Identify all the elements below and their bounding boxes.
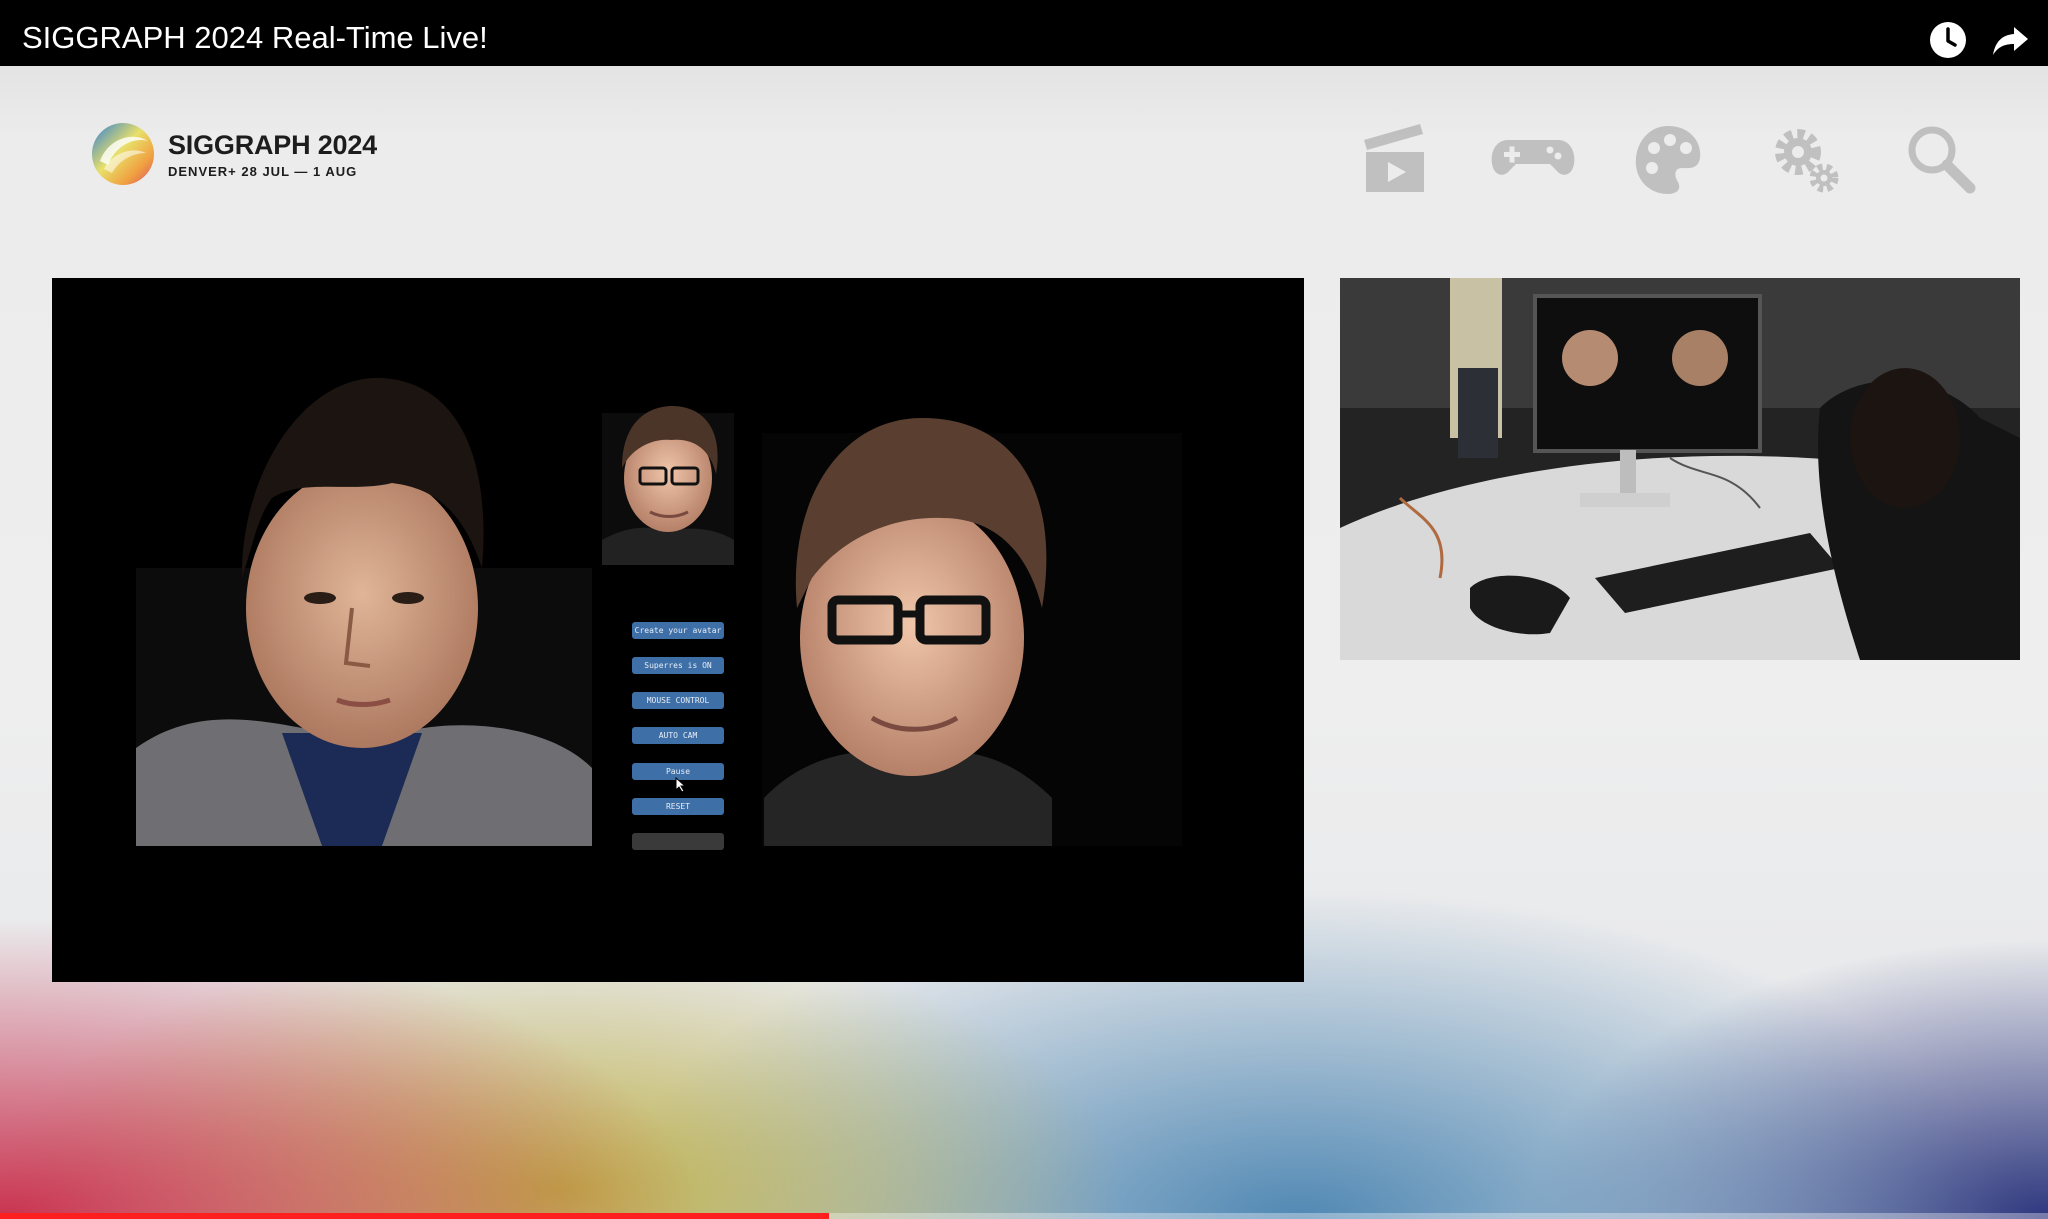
gears-icon[interactable] [1766,118,1846,198]
palette-icon[interactable] [1628,118,1708,198]
auto-cam-button[interactable]: AUTO CAM [632,727,724,744]
clapperboard-play-icon[interactable] [1356,118,1436,198]
create-avatar-button[interactable]: Create your avatar [632,622,724,639]
gamepad-icon[interactable] [1488,118,1575,198]
video-progress-bar[interactable] [0,1213,2048,1219]
siggraph-logo-mark-icon [92,123,154,185]
main-video-frame[interactable]: Create your avatar Superres is ON MOUSE … [52,278,1304,982]
mouse-control-button[interactable]: MOUSE CONTROL [632,692,724,709]
video-top-bar: SIGGRAPH 2024 Real-Time Live! [0,0,2048,66]
superres-toggle-button[interactable]: Superres is ON [632,657,724,674]
siggraph-logo: SIGGRAPH 2024 DENVER+ 28 JUL — 1 AUG [90,118,390,188]
clock-icon[interactable] [1928,20,1968,60]
empty-slot-button[interactable] [632,833,724,850]
stage-camera-video[interactable] [1340,278,2020,660]
magnifier-icon[interactable] [1900,118,1980,198]
logo-subtitle: DENVER+ 28 JUL — 1 AUG [168,164,358,179]
rendered-avatar [762,418,1182,846]
logo-title: SIGGRAPH 2024 [168,130,377,160]
video-player[interactable]: SIGGRAPH 2024 Real-Time Live! SIGGRAPH 2… [0,0,2048,1219]
share-arrow-icon[interactable] [1990,20,2030,60]
user-camera-feed [136,377,592,846]
reset-button[interactable]: RESET [632,798,724,815]
mouse-cursor-icon [675,777,687,793]
stage-scene [1340,278,2020,660]
target-avatar-thumbnail [602,406,734,565]
video-title[interactable]: SIGGRAPH 2024 Real-Time Live! [22,22,488,53]
video-progress-fill [0,1213,830,1219]
